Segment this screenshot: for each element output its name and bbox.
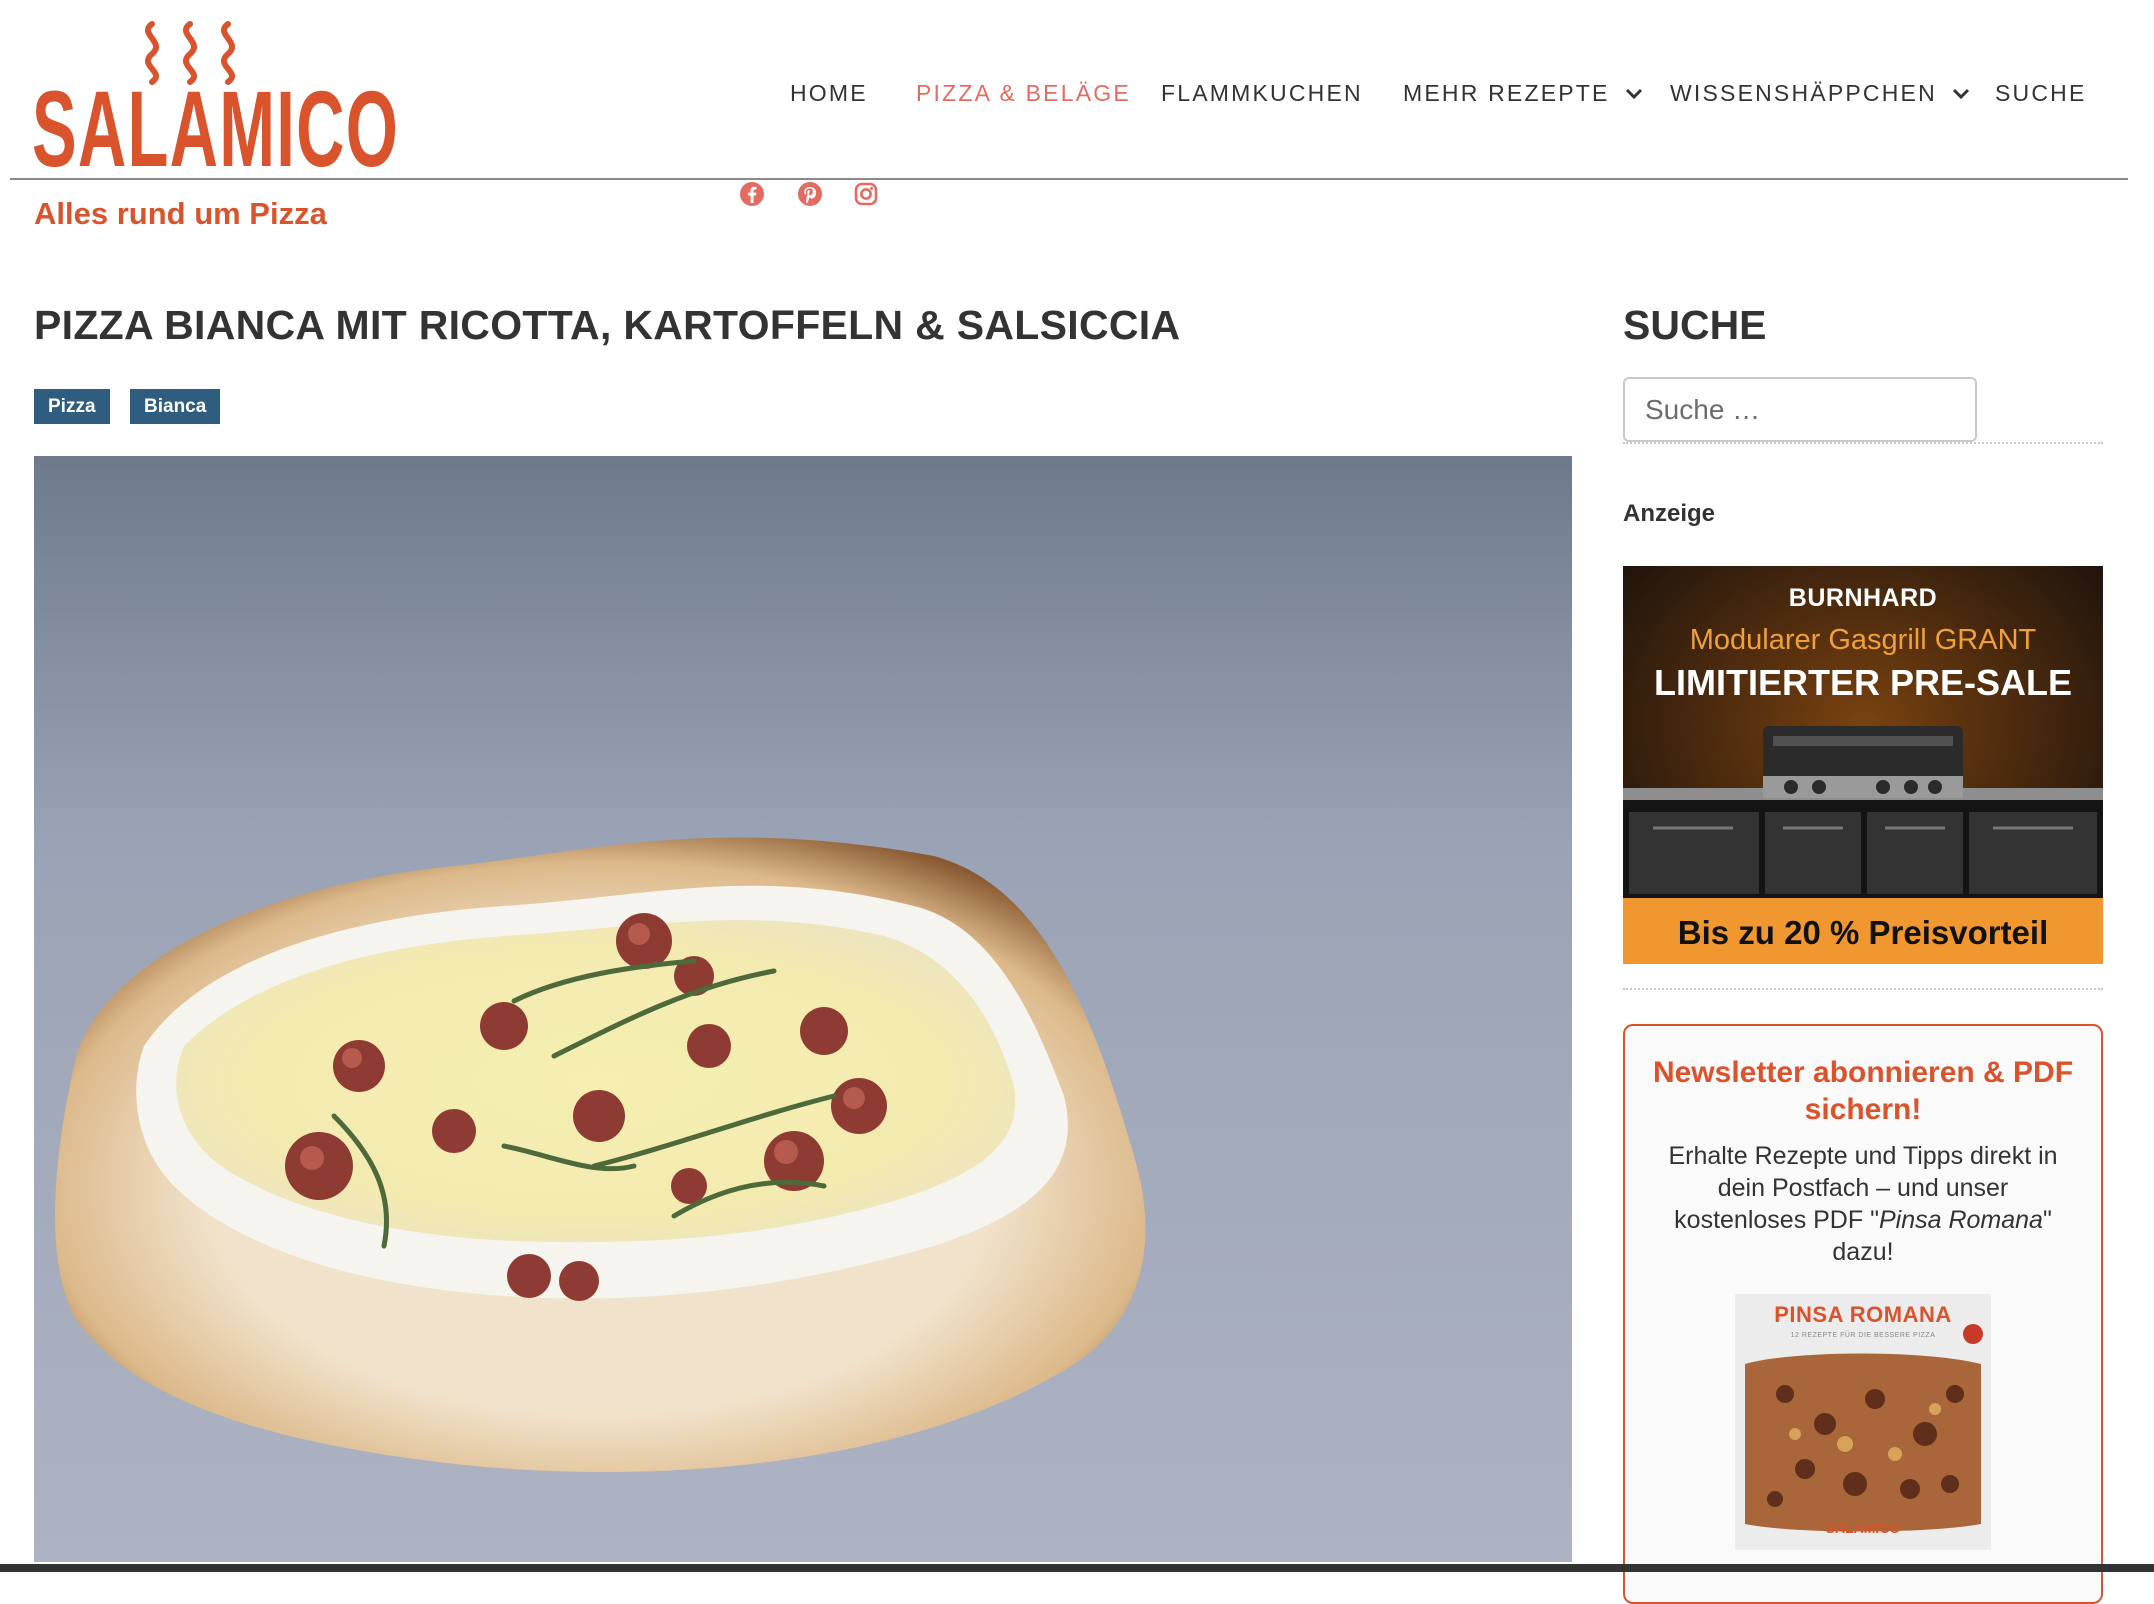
pinterest-link[interactable] bbox=[796, 180, 824, 208]
chevron-down-icon bbox=[1625, 88, 1642, 99]
nav-mehr-rezepte[interactable]: MEHR REZEPTE bbox=[1403, 80, 1644, 107]
nav-home[interactable]: HOME bbox=[790, 80, 868, 107]
instagram-link[interactable] bbox=[852, 180, 880, 208]
facebook-icon bbox=[740, 182, 764, 206]
nav-wissenshaeppchen[interactable]: WISSENSHÄPPCHEN bbox=[1670, 80, 1971, 107]
search-input[interactable] bbox=[1623, 377, 1977, 442]
nav-label: SUCHE bbox=[1995, 80, 2087, 106]
ad-label: Anzeige bbox=[1623, 500, 1716, 527]
nav-label: MEHR REZEPTE bbox=[1403, 80, 1610, 106]
tag-bianca[interactable]: Bianca bbox=[130, 389, 221, 424]
nav-label: FLAMMKUCHEN bbox=[1161, 80, 1363, 106]
pizza-photo bbox=[34, 456, 1572, 1562]
site-logo[interactable]: SALAMICO bbox=[30, 20, 398, 183]
chevron-down-icon bbox=[1952, 88, 1969, 99]
nav-label: PIZZA & BELÄGE bbox=[916, 80, 1131, 106]
nav-suche[interactable]: SUCHE bbox=[1995, 80, 2087, 107]
newsletter-text-emphasis: Pinsa Romana bbox=[1878, 1206, 2043, 1234]
pdf-cover-title: PINSA ROMANA bbox=[1774, 1302, 1952, 1327]
bottom-bar bbox=[0, 1564, 2154, 1572]
site-tagline: Alles rund um Pizza bbox=[34, 196, 327, 231]
ad-headline: Modularer Gasgrill GRANT bbox=[1689, 624, 2037, 656]
newsletter-text: Erhalte Rezepte und Tipps direkt in dein… bbox=[1653, 1140, 2073, 1268]
ad-banner[interactable]: BURNHARD Modularer Gasgrill GRANT LIMITI… bbox=[1623, 566, 2103, 964]
header-divider bbox=[10, 178, 2128, 180]
ad-brand: BURNHARD bbox=[1788, 584, 1938, 612]
nav-flammkuchen[interactable]: FLAMMKUCHEN bbox=[1161, 80, 1363, 107]
newsletter-box: Newsletter abonnieren & PDF sichern! Erh… bbox=[1623, 1024, 2103, 1604]
pdf-cover-logo: SALAMICO bbox=[1825, 1520, 1901, 1536]
pinterest-icon bbox=[798, 182, 822, 206]
pdf-cover-subtitle: 12 REZEPTE FÜR DIE BESSERE PIZZA bbox=[1790, 1332, 1936, 1339]
tag-pizza[interactable]: Pizza bbox=[34, 389, 110, 424]
ad-cta-text: Bis zu 20 % Preisvorteil bbox=[1677, 914, 2049, 951]
nav-label: WISSENSHÄPPCHEN bbox=[1670, 80, 1937, 106]
newsletter-title: Newsletter abonnieren & PDF sichern! bbox=[1652, 1056, 2074, 1126]
instagram-icon bbox=[854, 182, 878, 206]
post-title: PIZZA BIANCA MIT RICOTTA, KARTOFFELN & S… bbox=[34, 302, 1181, 348]
facebook-link[interactable] bbox=[738, 180, 766, 208]
sidebar-divider bbox=[1623, 442, 2103, 444]
logo-wordmark: SALAMICO bbox=[32, 68, 400, 189]
pdf-cover-image[interactable]: PINSA ROMANA 12 REZEPTE FÜR DIE BESSERE … bbox=[1735, 1294, 1991, 1550]
sidebar-search-title: SUCHE bbox=[1623, 302, 1767, 348]
nav-label: HOME bbox=[790, 80, 868, 106]
sidebar-divider bbox=[1623, 988, 2103, 990]
post-hero-image bbox=[34, 456, 1572, 1562]
nav-pizza-belaege[interactable]: PIZZA & BELÄGE bbox=[916, 80, 1131, 107]
ad-subheadline: LIMITIERTER PRE-SALE bbox=[1653, 662, 2072, 703]
